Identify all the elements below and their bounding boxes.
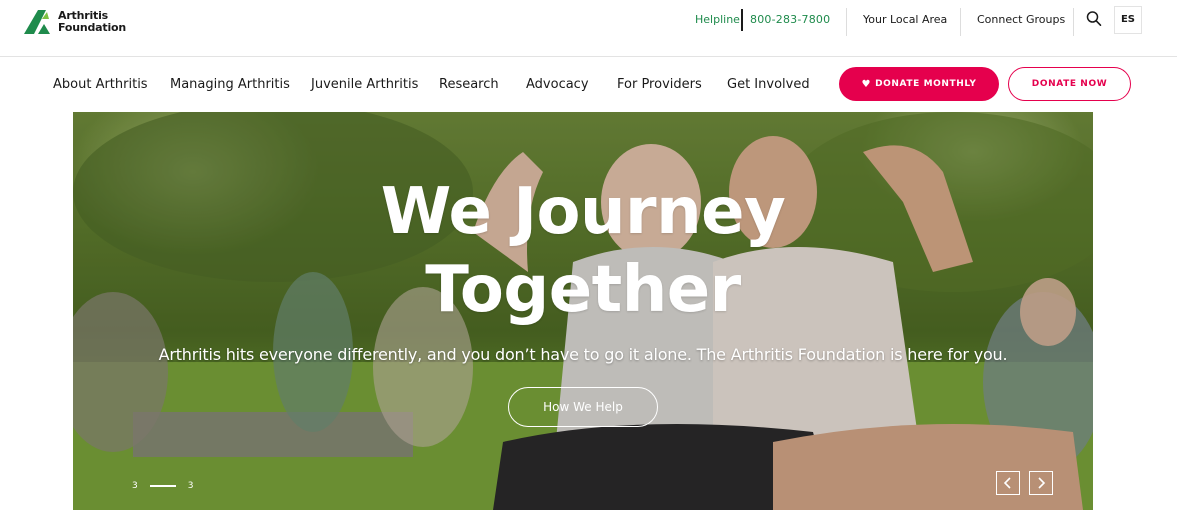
- donate-monthly-label: DONATE MONTHLY: [875, 79, 977, 89]
- next-slide-button[interactable]: [1029, 471, 1053, 495]
- helpline-divider: [741, 9, 743, 31]
- donate-monthly-button[interactable]: ♥ DONATE MONTHLY: [839, 67, 999, 101]
- nav-item-for-providers[interactable]: For Providers: [617, 77, 702, 92]
- search-icon: [1086, 11, 1102, 26]
- slide-current: 3: [132, 481, 138, 491]
- chevron-right-icon: [1038, 477, 1046, 489]
- slide-total: 3: [187, 481, 194, 491]
- donate-now-label: DONATE NOW: [1031, 79, 1108, 89]
- nav-item-juvenile-arthritis[interactable]: Juvenile Arthritis: [311, 77, 418, 92]
- hero-banner: We Journey Together Arthritis hits every…: [73, 112, 1093, 510]
- site-logo[interactable]: Arthritis Foundation: [24, 9, 126, 35]
- search-button[interactable]: [1086, 10, 1102, 28]
- nav-item-get-involved[interactable]: Get Involved: [727, 77, 810, 92]
- utility-bar: Arthritis Foundation Helpline 800-283-78…: [0, 0, 1177, 57]
- divider: [1073, 8, 1074, 36]
- connect-groups-link[interactable]: Connect Groups: [977, 13, 1065, 26]
- logo-text: Arthritis Foundation: [58, 10, 126, 34]
- logo-line-2: Foundation: [58, 21, 127, 34]
- heart-icon: ♥: [861, 78, 872, 90]
- hero-title-line-1: We Journey: [380, 175, 786, 249]
- helpline-label: Helpline: [695, 13, 740, 26]
- donate-now-button[interactable]: DONATE NOW: [1008, 67, 1131, 101]
- chevron-left-icon: [1003, 477, 1011, 489]
- nav-item-managing-arthritis[interactable]: Managing Arthritis: [170, 77, 290, 92]
- slide-indicator: 3 3: [132, 481, 193, 491]
- helpline-phone-link[interactable]: 800-283-7800: [750, 13, 830, 26]
- slide-progress-line: [149, 485, 176, 487]
- hero-title-line-2: Together: [425, 253, 741, 327]
- main-nav: About Arthritis Managing Arthritis Juven…: [0, 57, 1177, 112]
- previous-slide-button[interactable]: [996, 471, 1020, 495]
- nav-item-about-arthritis[interactable]: About Arthritis: [53, 77, 148, 92]
- your-local-area-link[interactable]: Your Local Area: [863, 13, 947, 26]
- logo-mark-icon: [24, 10, 50, 34]
- nav-item-advocacy[interactable]: Advocacy: [526, 77, 589, 92]
- hero-subtitle: Arthritis hits everyone differently, and…: [158, 345, 1008, 364]
- nav-item-research[interactable]: Research: [439, 77, 499, 92]
- language-toggle-button[interactable]: ES: [1114, 6, 1142, 34]
- how-we-help-button[interactable]: How We Help: [508, 387, 658, 427]
- divider: [846, 8, 847, 36]
- divider: [960, 8, 961, 36]
